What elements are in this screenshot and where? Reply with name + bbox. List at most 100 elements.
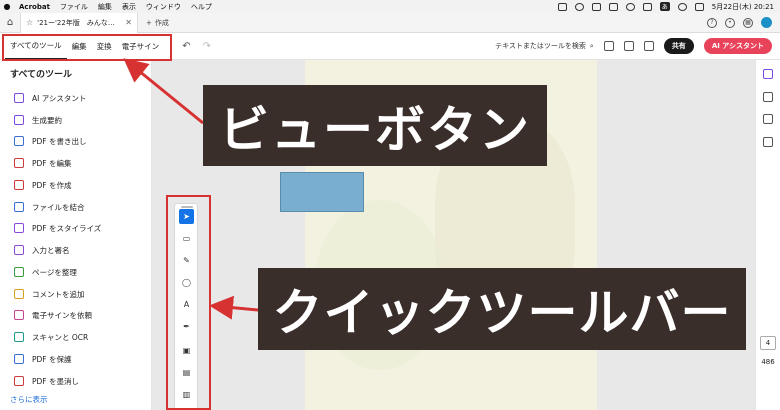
combine-files-icon	[14, 202, 24, 212]
control-center-icon[interactable]	[694, 2, 704, 11]
document-tab-title: '21ー'22年版 みんな…	[37, 18, 115, 27]
menu-app-name[interactable]: Acrobat	[14, 3, 55, 11]
tool-label: AI アシスタント	[32, 93, 87, 103]
tool-label: PDF を墨消し	[32, 376, 79, 386]
redo-icon[interactable]: ↷	[203, 41, 211, 52]
mac-menu-bar: ● Acrobat ファイル 編集 表示 ウィンドウ ヘルプ あ 5月22日(木…	[0, 0, 780, 13]
plus-icon: +	[146, 18, 152, 27]
menu-file[interactable]: ファイル	[55, 2, 93, 12]
tool-label: ページを整理	[32, 267, 77, 277]
save-icon[interactable]	[603, 41, 614, 51]
document-tab-bar: ⌂ ☆ '21ー'22年版 みんな… ✕ + 作成 ? • ▦	[0, 12, 780, 33]
tool-label: PDF を編集	[32, 158, 72, 168]
search-icon: ⌕	[589, 41, 594, 50]
current-page-input[interactable]: 4	[760, 336, 776, 350]
help-icon[interactable]: ?	[707, 17, 717, 28]
document-tab[interactable]: ☆ '21ー'22年版 みんな… ✕	[20, 12, 138, 33]
new-tab-label: 作成	[154, 18, 169, 27]
callout-view-buttons: ビューボタン	[203, 85, 547, 166]
tool-label: ファイルを結合	[32, 202, 85, 212]
tool-search[interactable]: テキストまたはツールを検索 ⌕	[495, 41, 594, 51]
upload-icon[interactable]	[623, 41, 634, 51]
tool-redact-pdf[interactable]: PDF を墨消し	[14, 374, 79, 388]
redact-pdf-icon	[14, 376, 24, 386]
menubar-clock[interactable]: 5月22日(木) 20:21	[712, 2, 774, 12]
media-icon[interactable]	[574, 2, 584, 11]
apple-icon[interactable]: ●	[0, 2, 14, 11]
all-tools-panel: すべてのツール AI アシスタント 生成要約 PDF を書き出し PDF を編集…	[0, 60, 152, 410]
tool-label: PDF をスタイライズ	[32, 223, 102, 233]
share-button[interactable]: 共有	[663, 38, 694, 54]
fill-sign-icon	[14, 245, 24, 255]
menu-help[interactable]: ヘルプ	[186, 2, 217, 12]
close-tab-icon[interactable]: ✕	[125, 18, 132, 27]
right-rail: 4 486	[755, 60, 780, 410]
stylize-pdf-icon	[14, 223, 24, 233]
screen-record-icon[interactable]	[625, 2, 635, 11]
summary-icon	[14, 115, 24, 125]
menu-edit[interactable]: 編集	[93, 2, 117, 12]
tool-add-comment[interactable]: コメントを追加	[14, 287, 85, 301]
tool-export-pdf[interactable]: PDF を書き出し	[14, 134, 87, 148]
camera-icon[interactable]	[591, 2, 601, 11]
screenshot-root: ● Acrobat ファイル 編集 表示 ウィンドウ ヘルプ あ 5月22日(木…	[0, 0, 780, 410]
organize-pages-icon	[14, 267, 24, 277]
tool-create-pdf[interactable]: PDF を作成	[14, 178, 72, 192]
tool-label: PDF を保護	[32, 354, 72, 364]
tool-ai-assistant[interactable]: AI アシスタント	[14, 91, 86, 105]
tool-fill-sign[interactable]: 入力と署名	[14, 243, 70, 257]
bookmark-icon[interactable]	[763, 137, 773, 147]
tool-generate-summary[interactable]: 生成要約	[14, 113, 62, 127]
comment-panel-icon[interactable]	[763, 92, 773, 102]
edit-pdf-icon	[14, 158, 24, 168]
panel-title: すべてのツール	[10, 70, 73, 80]
display-icon[interactable]	[608, 2, 618, 11]
apps-grid-icon[interactable]: ▦	[743, 17, 753, 28]
tool-stylize-pdf[interactable]: PDF をスタイライズ	[14, 221, 101, 235]
tool-label: 電子サインを依頼	[32, 310, 92, 320]
new-tab-button[interactable]: + 作成	[138, 18, 177, 28]
scan-ocr-icon	[14, 332, 24, 342]
input-method-indicator[interactable]: あ	[659, 2, 670, 11]
comment-icon	[14, 289, 24, 299]
tool-edit-pdf[interactable]: PDF を編集	[14, 156, 72, 170]
protect-pdf-icon	[14, 354, 24, 364]
ai-assistant-icon	[14, 93, 24, 103]
tool-label: 入力と署名	[32, 245, 70, 255]
tool-label: PDF を作成	[32, 180, 72, 190]
tool-search-label: テキストまたはツールを検索	[495, 42, 586, 50]
export-pdf-icon	[14, 136, 24, 146]
tool-request-signature[interactable]: 電子サインを依頼	[14, 308, 92, 322]
tool-organize-pages[interactable]: ページを整理	[14, 265, 77, 279]
tool-label: PDF を書き出し	[32, 136, 87, 146]
create-pdf-icon	[14, 180, 24, 190]
pages-panel-icon[interactable]	[763, 114, 773, 124]
total-pages: 486	[761, 358, 775, 366]
quick-toolbar-highlight	[166, 195, 211, 410]
avatar[interactable]	[761, 17, 772, 28]
notification-bell-icon[interactable]: •	[725, 17, 735, 28]
callout-quick-toolbar: クイックツールバー	[258, 268, 746, 350]
battery-icon[interactable]	[642, 2, 652, 11]
star-icon[interactable]: ☆	[26, 18, 33, 27]
tool-label: コメントを追加	[32, 289, 85, 299]
menu-window[interactable]: ウィンドウ	[141, 2, 186, 12]
tool-scan-ocr[interactable]: スキャンと OCR	[14, 330, 88, 344]
tool-label: 生成要約	[32, 115, 62, 125]
tool-protect-pdf[interactable]: PDF を保護	[14, 352, 72, 366]
tool-combine-files[interactable]: ファイルを結合	[14, 200, 85, 214]
tool-label: スキャンと OCR	[32, 332, 89, 342]
home-icon[interactable]: ⌂	[0, 17, 20, 28]
undo-icon[interactable]: ↶	[182, 41, 190, 52]
show-more-link[interactable]: さらに表示	[10, 394, 48, 405]
wifi-icon[interactable]	[677, 2, 687, 11]
menu-view[interactable]: 表示	[117, 2, 141, 12]
print-icon[interactable]	[643, 41, 654, 51]
status-icon[interactable]	[557, 2, 567, 11]
ai-sparkle-icon[interactable]	[763, 69, 773, 79]
request-signature-icon	[14, 310, 24, 320]
ai-assistant-button[interactable]: AI アシスタント	[703, 38, 772, 54]
undo-redo: ↶ ↷	[182, 41, 211, 52]
selected-rectangle-shape[interactable]	[280, 172, 364, 212]
view-buttons-highlight	[2, 34, 172, 61]
